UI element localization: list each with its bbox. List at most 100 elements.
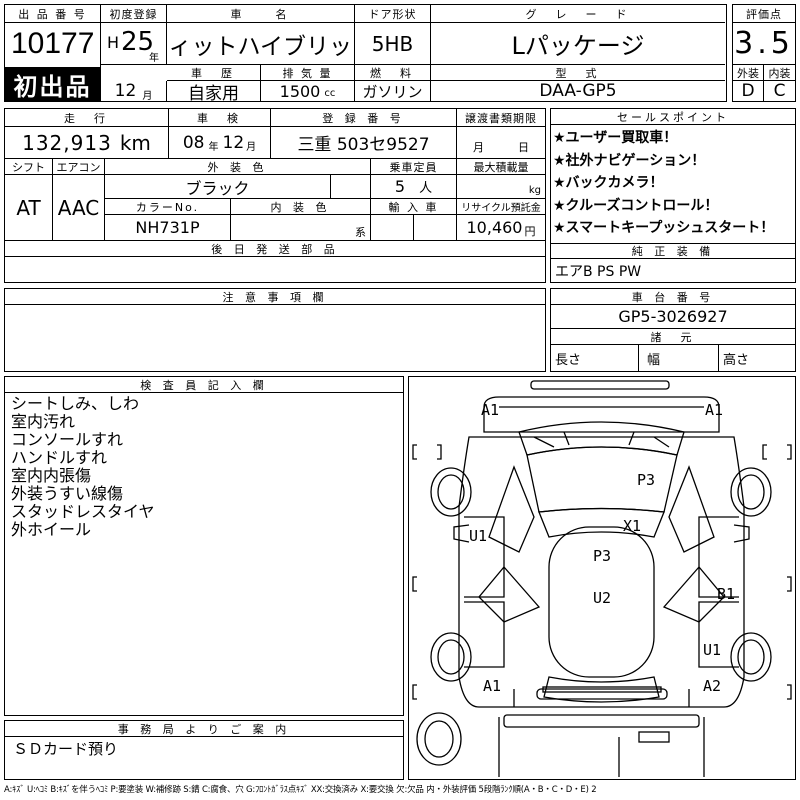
damage-u1-right: U1 [703, 641, 722, 659]
width-cell: 幅 [639, 345, 719, 371]
inspection-month-unit: 月 [246, 142, 257, 153]
inspector-note: スタッドレスタイヤ [11, 502, 155, 521]
details-grid: 走 行 車 検 登 録 番 号 譲渡書類期限 132,913 km 08 年 1… [4, 108, 546, 283]
plate-label: 登 録 番 号 [271, 109, 457, 127]
car-name: フィットハイブリッド [167, 23, 355, 65]
month-cell: 12 月 [101, 81, 167, 101]
damage-a2: A2 [703, 677, 722, 695]
inspector-notes: シートしみ、しわ 室内汚れ コンソールすれ ハンドルすれ 室内内張傷 外装うすい… [11, 395, 155, 539]
door-label: ドア形状 [355, 5, 431, 23]
width-label: 幅 [647, 352, 661, 368]
fuel: ガソリン [355, 81, 431, 101]
inspector-note: 外ホイール [11, 520, 92, 539]
first-reg-cell: H 25 年 [101, 23, 167, 65]
sales-label: セールスポイント [551, 109, 795, 125]
mileage-unit: km [119, 130, 151, 155]
header-section: 出 品 番 号 10177 初出品 初度登録 車 名 ドア形状 グ レ ー ド … [4, 4, 796, 102]
capacity-cell: 5 人 [371, 175, 457, 199]
ac-label: エアコン [53, 159, 105, 175]
door-type: 5HB [355, 23, 431, 65]
car-name-label: 車 名 [167, 5, 355, 23]
int-color-unit: 系 [355, 225, 366, 239]
import-label: 輸 入 車 [371, 199, 457, 215]
inspector-note: シートしみ、しわ [11, 394, 140, 413]
mileage: 132,913 [22, 130, 112, 155]
capacity-unit: 人 [419, 181, 433, 196]
model: DAA-GP5 [539, 81, 617, 101]
later-parts-label: 後 日 発 送 部 品 [5, 241, 545, 257]
score: 3.5 [733, 23, 795, 65]
transfer-label: 譲渡書類期限 [457, 109, 545, 127]
office-label: 事 務 局 よ り ご 案 内 [5, 721, 403, 737]
inspection-year-unit: 年 [208, 142, 219, 153]
plate: 三重 503セ9527 [271, 127, 457, 159]
car-outline [412, 380, 792, 777]
chassis-box: 車 台 番 号 GP5-3026927 諸 元 長さ 幅 高さ [550, 288, 796, 372]
shift-label: シフト [5, 159, 53, 175]
sales-points-list: ★ユーザー買取車！ ★社外ナビゲーション！ ★バックカメラ！ ★クルーズコントロ… [553, 127, 793, 245]
lot-number: 10177 [11, 27, 95, 60]
sales-point: ★クルーズコントロール！ [553, 197, 719, 214]
capacity: 5 [394, 177, 406, 196]
capacity-label: 乗車定員 [371, 159, 457, 175]
month: 12 [114, 81, 137, 101]
legend: A:ｷｽﾞ U:ﾍｺﾐ B:ｷｽﾞを伴うﾍｺﾐ P:要塗装 W:補修跡 S:錆 … [4, 785, 597, 795]
damage-b1: B1 [717, 585, 736, 603]
ext-color-extra [331, 175, 371, 199]
damage-p3-roof: P3 [593, 547, 612, 565]
interior-grade: C [773, 81, 786, 101]
load-label: 最大積載量 [457, 159, 545, 175]
year-unit: 年 [149, 53, 159, 64]
fuel-label: 燃 料 [355, 65, 431, 81]
inspector-label: 検 査 員 記 入 欄 [5, 377, 403, 393]
first-listing-badge: 初出品 [5, 67, 100, 101]
int-color-cell: 系 [231, 215, 371, 241]
first-reg-label: 初度登録 [101, 5, 167, 23]
inspection-year: 08 [182, 132, 205, 153]
import-cell-a [371, 215, 414, 241]
transfer-cell: 月 日 [457, 127, 545, 159]
chassis-label: 車 台 番 号 [551, 289, 795, 305]
grade-label: グ レ ー ド [431, 5, 725, 23]
recycle: 10,460 [466, 218, 523, 237]
damage-x1: X1 [623, 517, 642, 535]
inspector-box: 検 査 員 記 入 欄 シートしみ、しわ 室内汚れ コンソールすれ ハンドルすれ… [4, 376, 404, 716]
import-cell-b [414, 215, 457, 241]
sales-point: ★社外ナビゲーション！ [553, 152, 706, 169]
inspector-note: 室内汚れ [11, 412, 76, 431]
era: H [107, 33, 120, 52]
damage-u2: U2 [593, 589, 612, 607]
ext-color-label: 外 装 色 [105, 159, 371, 175]
equipment-label: 純 正 装 備 [551, 243, 795, 259]
chassis-number: GP5-3026927 [551, 305, 795, 329]
vehicle-header-grid: 初度登録 車 名 ドア形状 グ レ ー ド H 25 年 フィットハイブリッド … [101, 4, 727, 102]
damage-diagram: A1 A1 P3 U1 X1 P3 U2 B1 U1 A1 A2 [408, 376, 796, 780]
inspector-note: 外装うすい線傷 [11, 484, 124, 503]
office-note: ＳＤカード預り [13, 740, 119, 758]
history: 自家用 [167, 81, 261, 101]
mileage-label: 走 行 [5, 109, 169, 127]
color-no: NH731P [105, 215, 231, 241]
height-label: 高さ [723, 352, 750, 368]
month-unit: 月 [142, 90, 153, 102]
notes-box: 注 意 事 項 欄 [4, 288, 546, 372]
exterior-label: 外装 [733, 65, 764, 81]
lot-number-box: 出 品 番 号 10177 初出品 [4, 4, 101, 102]
displacement: 1500 [279, 81, 321, 101]
sales-points-box: セールスポイント ★ユーザー買取車！ ★社外ナビゲーション！ ★バックカメラ！ … [550, 108, 796, 283]
height-cell: 高さ [719, 345, 795, 371]
damage-u1-left: U1 [469, 527, 488, 545]
recycle-cell: 10,460 円 [457, 215, 545, 241]
ac: AAC [53, 175, 105, 241]
specs-label: 諸 元 [551, 329, 795, 345]
inspector-note: 室内内張傷 [11, 466, 92, 485]
displacement-unit: cc [324, 87, 336, 99]
load-cell: kg [457, 175, 545, 199]
damage-a1-rear-left: A1 [483, 677, 502, 695]
grade: Lパッケージ [431, 23, 725, 65]
displacement-label: 排 気 量 [261, 65, 355, 81]
score-box: 評価点 3.5 外装 内装 D C [732, 4, 796, 102]
exterior-grade: D [733, 81, 764, 101]
recycle-unit: 円 [524, 224, 536, 238]
inspection-cell: 08 年 12 月 [169, 127, 271, 159]
